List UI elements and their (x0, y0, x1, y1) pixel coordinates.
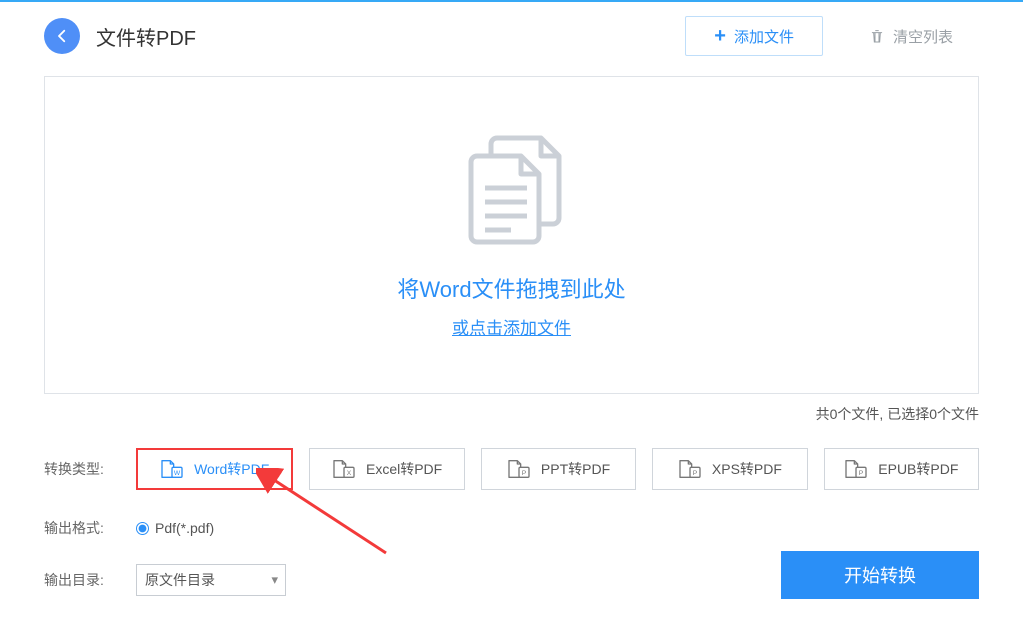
convert-type-label: 转换类型: (44, 459, 136, 479)
convert-type-label: Excel转PDF (366, 459, 442, 479)
plus-icon: + (714, 26, 726, 46)
convert-type-option[interactable]: P PPT转PDF (481, 448, 636, 490)
add-file-label: 添加文件 (734, 26, 794, 47)
filetype-icon: W (160, 459, 184, 479)
output-format-label: 输出格式: (44, 518, 136, 538)
file-count-status: 共0个文件, 已选择0个文件 (44, 404, 979, 424)
drop-zone-title: 将Word文件拖拽到此处 (397, 272, 625, 304)
convert-type-label: PPT转PDF (541, 459, 610, 479)
drop-zone[interactable]: 将Word文件拖拽到此处 或点击添加文件 (44, 76, 979, 394)
svg-text:X: X (347, 470, 352, 477)
document-stack-icon (447, 132, 577, 252)
svg-text:P: P (522, 470, 527, 477)
convert-type-group: W Word转PDF X Excel转PDF P PPT转PDF P XPS转PDF P EPUB… (136, 448, 979, 490)
output-format-row: 输出格式: Pdf(*.pdf) (44, 518, 979, 538)
clear-list-button[interactable]: 清空列表 (843, 16, 979, 56)
clear-list-label: 清空列表 (893, 26, 953, 47)
convert-type-label: Word转PDF (194, 459, 269, 479)
start-convert-button[interactable]: 开始转换 (781, 551, 979, 599)
filetype-icon: P (678, 459, 702, 479)
svg-text:P: P (693, 470, 698, 477)
convert-type-option[interactable]: W Word转PDF (136, 448, 293, 490)
header-bar: 文件转PDF + 添加文件 清空列表 (0, 2, 1023, 76)
back-button[interactable] (44, 18, 80, 54)
convert-type-label: EPUB转PDF (878, 459, 958, 479)
add-file-button[interactable]: + 添加文件 (685, 16, 823, 56)
convert-type-label: XPS转PDF (712, 459, 782, 479)
page-title: 文件转PDF (96, 22, 685, 51)
filetype-icon: P (507, 459, 531, 479)
convert-type-row: 转换类型: W Word转PDF X Excel转PDF P PPT转PDF P XPS转PD… (44, 448, 979, 490)
convert-type-option[interactable]: P XPS转PDF (652, 448, 807, 490)
svg-text:W: W (174, 470, 181, 477)
output-format-value: Pdf(*.pdf) (155, 520, 214, 536)
output-format-radio-input[interactable] (136, 522, 149, 535)
filetype-icon: X (332, 459, 356, 479)
output-format-pdf-radio[interactable]: Pdf(*.pdf) (136, 520, 214, 536)
convert-type-option[interactable]: X Excel转PDF (309, 448, 464, 490)
convert-type-option[interactable]: P EPUB转PDF (824, 448, 979, 490)
drop-zone-add-link[interactable]: 或点击添加文件 (452, 314, 571, 339)
output-dir-label: 输出目录: (44, 570, 136, 590)
trash-icon (869, 28, 885, 44)
output-dir-select-wrap: 原文件目录 (136, 564, 286, 596)
output-dir-select[interactable]: 原文件目录 (136, 564, 286, 596)
arrow-left-icon (53, 27, 71, 45)
filetype-icon: P (844, 459, 868, 479)
svg-text:P: P (859, 470, 864, 477)
